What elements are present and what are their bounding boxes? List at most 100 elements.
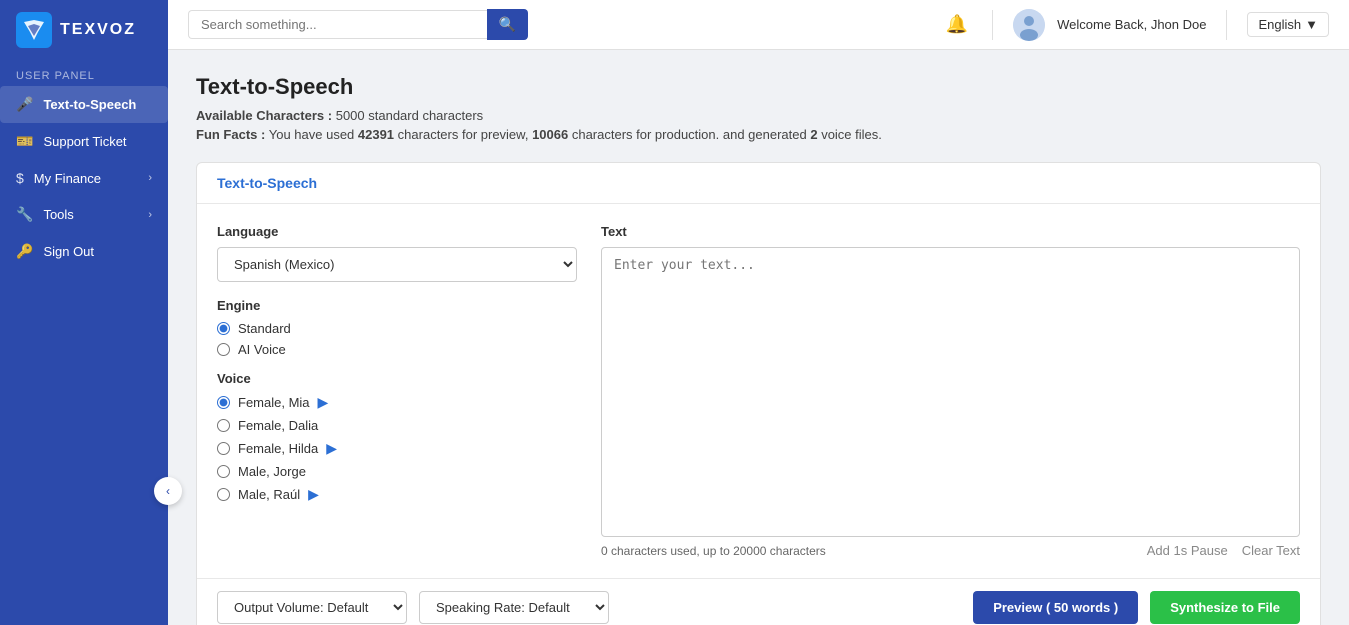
card-header: Text-to-Speech: [197, 163, 1320, 204]
welcome-text: Welcome Back, Jhon Doe: [1057, 17, 1206, 32]
play-icon[interactable]: ▶: [308, 486, 319, 503]
search-icon: 🔍: [499, 16, 516, 32]
language-select[interactable]: Spanish (Mexico) English (US) English (U…: [217, 247, 577, 282]
engine-standard-label: Standard: [238, 321, 291, 336]
sidebar-section-label: USER PANEL: [0, 60, 168, 86]
voice-section: Voice Female, Mia ▶ Female, Dalia: [217, 371, 577, 503]
text-input[interactable]: [601, 247, 1300, 537]
notification-bell-icon[interactable]: 🔔: [942, 10, 972, 39]
fun-facts-production-suffix: characters for production. and generated: [572, 127, 810, 142]
sidebar: TEXVOZ USER PANEL 🎤 Text-to-Speech 🎫 Sup…: [0, 0, 168, 625]
engine-ai-radio[interactable]: [217, 343, 230, 356]
engine-section: Engine Standard AI Voice: [217, 298, 577, 357]
voice-field-label: Voice: [217, 371, 577, 386]
fun-facts-prefix: You have used: [269, 127, 358, 142]
mic-icon: 🎤: [16, 96, 33, 113]
sidebar-item-support-ticket[interactable]: 🎫 Support Ticket: [0, 123, 168, 160]
engine-standard-option[interactable]: Standard: [217, 321, 577, 336]
language-label: English: [1258, 17, 1301, 32]
add-pause-link[interactable]: Add 1s Pause: [1147, 543, 1228, 558]
available-characters-value: 5000 standard characters: [336, 108, 483, 123]
sidebar-item-label: Text-to-Speech: [43, 97, 136, 112]
sidebar-item-tools[interactable]: 🔧 Tools ›: [0, 196, 168, 233]
texvoz-logo-icon: [16, 12, 52, 48]
sidebar-item-label: Tools: [43, 207, 73, 222]
voice-female-dalia-label: Female, Dalia: [238, 418, 318, 433]
voice-female-mia-radio[interactable]: [217, 396, 230, 409]
available-characters-label: Available Characters :: [196, 108, 332, 123]
language-field-label: Language: [217, 224, 577, 239]
available-characters-info: Available Characters : 5000 standard cha…: [196, 108, 1321, 123]
engine-field-label: Engine: [217, 298, 577, 313]
volume-select[interactable]: Output Volume: Default Output Volume: Lo…: [217, 591, 407, 624]
key-icon: 🔑: [16, 243, 33, 260]
header-divider-2: [1226, 10, 1227, 40]
chevron-right-icon: ›: [148, 209, 152, 221]
dollar-icon: $: [16, 170, 24, 186]
char-count: 0 characters used, up to 20000 character…: [601, 544, 826, 558]
fun-facts-info: Fun Facts : You have used 42391 characte…: [196, 127, 1321, 142]
card-header-title: Text-to-Speech: [217, 175, 317, 191]
search-bar: 🔍: [188, 9, 528, 40]
synthesize-button[interactable]: Synthesize to File: [1150, 591, 1300, 624]
sidebar-item-label: My Finance: [34, 171, 101, 186]
settings-panel: Language Spanish (Mexico) English (US) E…: [217, 224, 577, 558]
voice-male-jorge-radio[interactable]: [217, 465, 230, 478]
text-field-label: Text: [601, 224, 1300, 239]
play-icon[interactable]: ▶: [326, 440, 337, 457]
play-icon[interactable]: ▶: [318, 394, 329, 411]
language-selector[interactable]: English ▼: [1247, 12, 1329, 37]
page-title: Text-to-Speech: [196, 74, 1321, 100]
text-area-footer: 0 characters used, up to 20000 character…: [601, 543, 1300, 558]
voice-male-jorge-label: Male, Jorge: [238, 464, 306, 479]
card-footer: Output Volume: Default Output Volume: Lo…: [197, 578, 1320, 625]
content-area: Text-to-Speech Available Characters : 50…: [168, 50, 1349, 625]
clear-text-link[interactable]: Clear Text: [1242, 543, 1300, 558]
voice-male-raul-label: Male, Raúl: [238, 487, 300, 502]
chevron-left-icon: ‹: [166, 484, 170, 498]
sidebar-item-my-finance[interactable]: $ My Finance ›: [0, 160, 168, 196]
text-actions: Add 1s Pause Clear Text: [1147, 543, 1300, 558]
avatar-image: [1013, 9, 1045, 41]
voice-female-hilda-radio[interactable]: [217, 442, 230, 455]
chevron-down-icon: ▼: [1305, 17, 1318, 32]
fun-facts-voice-count: 2: [810, 127, 817, 142]
sidebar-collapse-button[interactable]: ‹: [154, 477, 182, 505]
fun-facts-preview-suffix: characters for preview,: [398, 127, 532, 142]
search-input[interactable]: [188, 10, 487, 39]
voice-female-dalia-option[interactable]: Female, Dalia: [217, 418, 577, 433]
header-divider: [992, 10, 993, 40]
text-panel: Text 0 characters used, up to 20000 char…: [601, 224, 1300, 558]
voice-female-mia-option[interactable]: Female, Mia ▶: [217, 394, 577, 411]
voice-female-dalia-radio[interactable]: [217, 419, 230, 432]
fun-facts-label: Fun Facts :: [196, 127, 265, 142]
voice-female-hilda-option[interactable]: Female, Hilda ▶: [217, 440, 577, 457]
voice-male-jorge-option[interactable]: Male, Jorge: [217, 464, 577, 479]
main-panel: 🔍 🔔 Welcome Back, Jhon Doe English ▼ Tex…: [168, 0, 1349, 625]
sidebar-item-label: Sign Out: [43, 244, 94, 259]
avatar: [1013, 9, 1045, 41]
preview-button[interactable]: Preview ( 50 words ): [973, 591, 1138, 624]
card-body: Language Spanish (Mexico) English (US) E…: [197, 204, 1320, 578]
sidebar-item-sign-out[interactable]: 🔑 Sign Out: [0, 233, 168, 270]
engine-ai-label: AI Voice: [238, 342, 286, 357]
logo-text: TEXVOZ: [60, 21, 136, 39]
sidebar-item-label: Support Ticket: [43, 134, 126, 149]
wrench-icon: 🔧: [16, 206, 33, 223]
tts-card: Text-to-Speech Language Spanish (Mexico)…: [196, 162, 1321, 625]
header: 🔍 🔔 Welcome Back, Jhon Doe English ▼: [168, 0, 1349, 50]
sidebar-item-text-to-speech[interactable]: 🎤 Text-to-Speech: [0, 86, 168, 123]
chevron-right-icon: ›: [148, 172, 152, 184]
ticket-icon: 🎫: [16, 133, 33, 150]
search-button[interactable]: 🔍: [487, 9, 528, 40]
voice-male-raul-radio[interactable]: [217, 488, 230, 501]
engine-ai-voice-option[interactable]: AI Voice: [217, 342, 577, 357]
engine-standard-radio[interactable]: [217, 322, 230, 335]
sidebar-logo: TEXVOZ: [0, 0, 168, 60]
fun-facts-preview-count: 42391: [358, 127, 394, 142]
voice-male-raul-option[interactable]: Male, Raúl ▶: [217, 486, 577, 503]
voice-female-mia-label: Female, Mia: [238, 395, 310, 410]
voice-female-hilda-label: Female, Hilda: [238, 441, 318, 456]
speaking-rate-select[interactable]: Speaking Rate: Default Speaking Rate: Sl…: [419, 591, 609, 624]
fun-facts-voice-suffix: voice files.: [821, 127, 882, 142]
